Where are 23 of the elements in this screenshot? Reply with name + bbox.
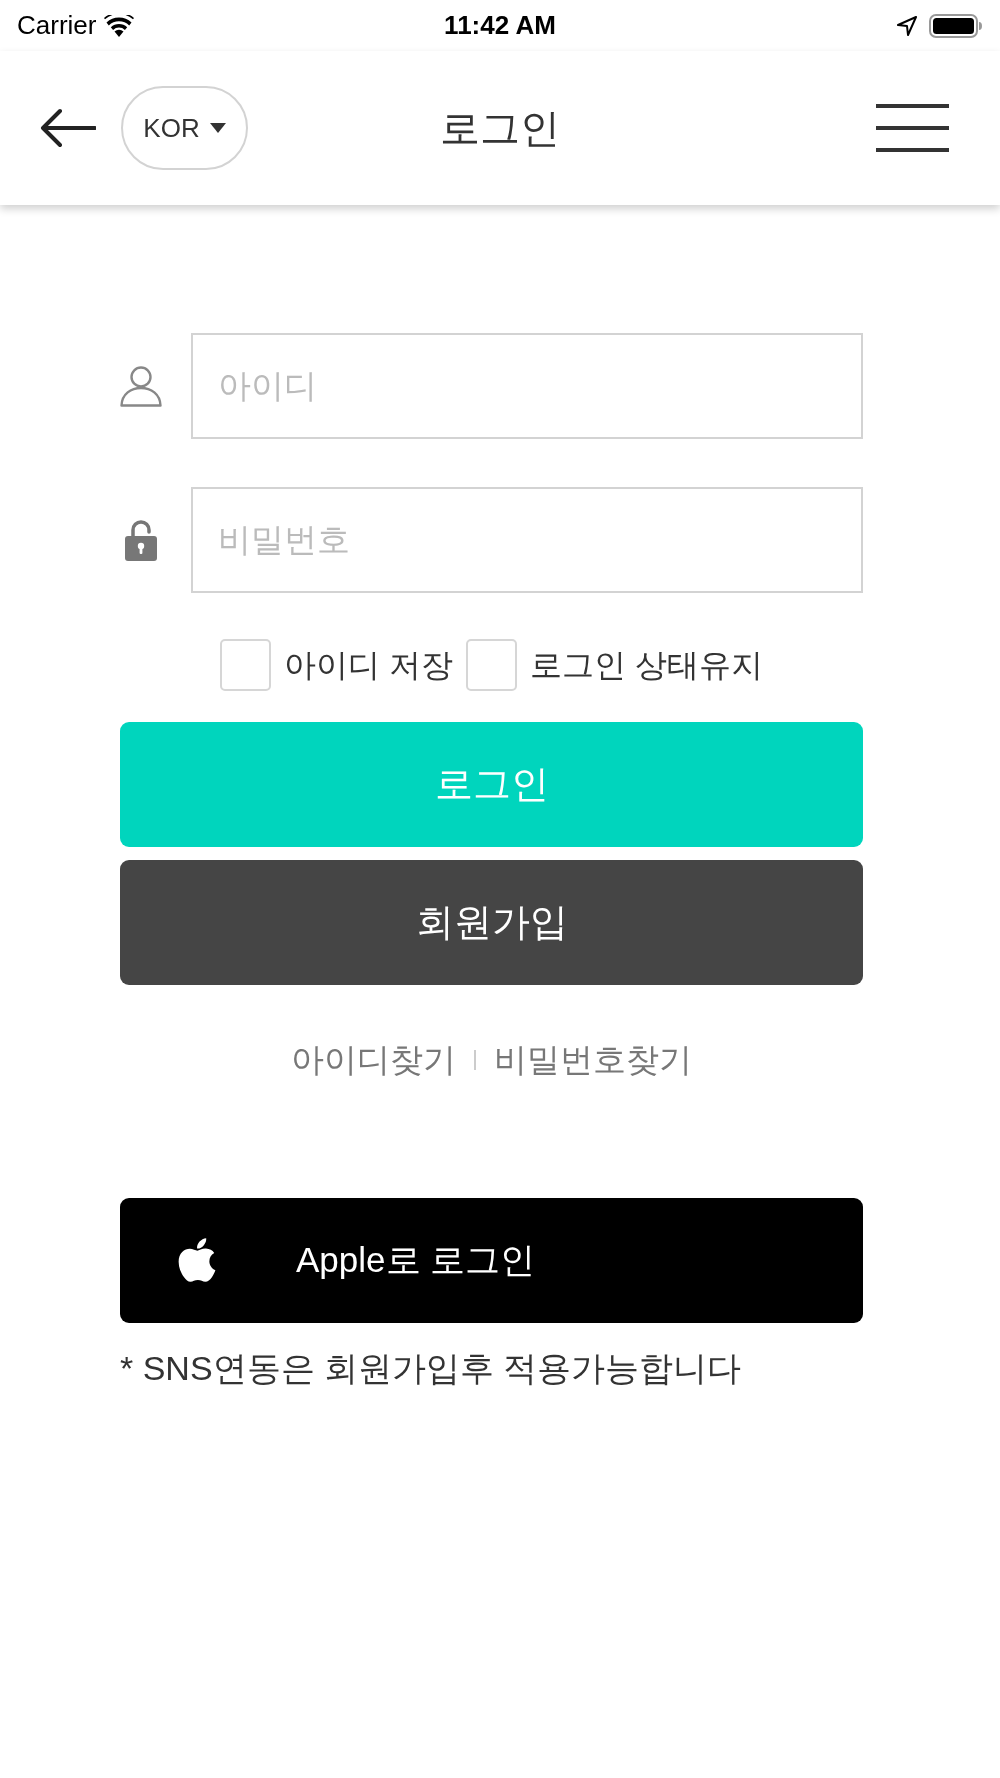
caret-icon [209, 123, 226, 133]
location-arrow-icon [897, 15, 917, 36]
wifi-icon [104, 14, 135, 37]
page-title: 로그인 [440, 105, 560, 152]
apple-login-button[interactable]: Apple로 로그인 [120, 1197, 863, 1323]
checkbox-label[interactable]: 아이디 저장 [284, 641, 453, 689]
user-icon [120, 365, 162, 407]
find-account-link[interactable]: 아이디찾기 [291, 1035, 456, 1085]
status-time: 11:42 AM [444, 9, 556, 42]
id-field[interactable]: 아이디 [191, 333, 863, 439]
sns-note: * SNS연동은 회원가입후 적용가능합니다 [120, 1347, 743, 1389]
lock-icon [125, 519, 157, 561]
carrier-label: Carrier [17, 9, 97, 42]
menu-icon[interactable] [876, 104, 949, 152]
checkbox[interactable] [220, 639, 272, 691]
find-account-link[interactable]: 비밀번호찾기 [494, 1035, 692, 1085]
password-field[interactable]: 비밀번호 [191, 487, 863, 593]
checkbox-label[interactable]: 로그인 상태유지 [530, 641, 763, 689]
battery-icon [929, 13, 983, 38]
checkbox[interactable] [466, 639, 517, 691]
back-arrow-icon[interactable] [40, 108, 96, 148]
language-selector[interactable]: KOR [121, 86, 248, 170]
signup-button[interactable]: 회원가입 [120, 860, 863, 985]
